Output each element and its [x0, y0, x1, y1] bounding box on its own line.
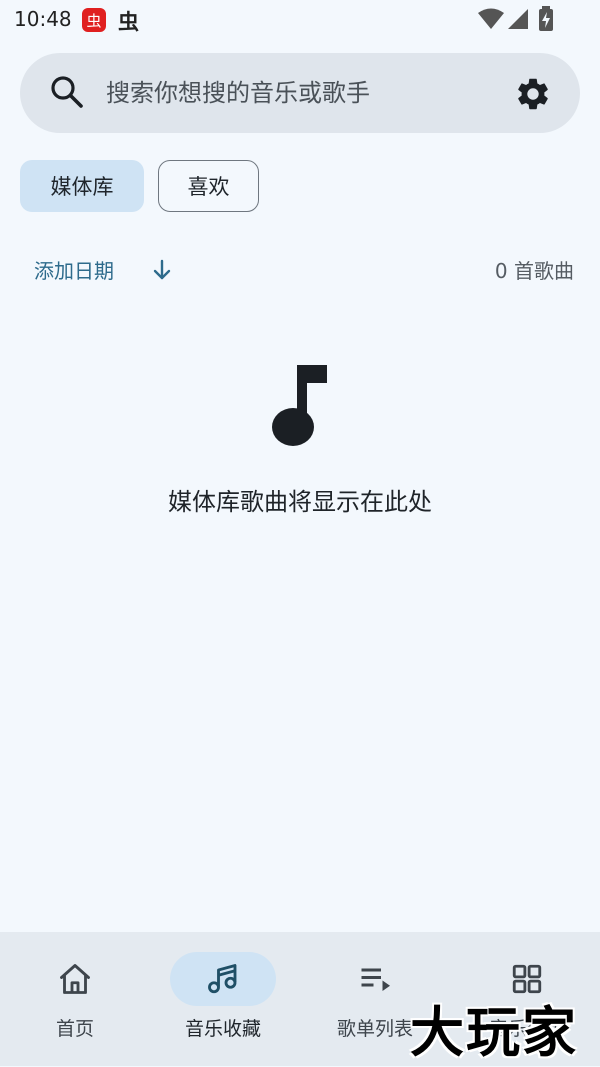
search-input[interactable]	[106, 71, 486, 115]
wifi-icon	[478, 8, 504, 29]
music-note-icon	[272, 365, 327, 446]
search-bar[interactable]	[20, 53, 580, 133]
home-icon	[60, 964, 90, 994]
app-notification-icon: 虫	[82, 8, 106, 32]
status-bar: 10:48 虫 虫	[0, 0, 600, 40]
chip-library[interactable]: 媒体库	[20, 160, 144, 212]
nav-label-music-collection: 音乐收藏	[184, 1018, 261, 1040]
battery-icon	[539, 6, 553, 31]
sort-row: 添加日期 0 首歌曲	[34, 255, 574, 285]
watermark: 大玩家	[410, 1001, 578, 1064]
gear-icon[interactable]	[514, 75, 552, 113]
nav-label-home: 首页	[55, 1018, 94, 1040]
nav-item-music-collection[interactable]: 音乐收藏	[148, 932, 298, 1066]
playlist-icon	[361, 968, 390, 991]
song-count: 0 首歌曲	[494, 259, 574, 283]
arrow-down-icon[interactable]	[151, 259, 173, 281]
nav-item-home[interactable]: 首页	[0, 932, 150, 1066]
empty-state-message: 媒体库歌曲将显示在此处	[168, 488, 432, 516]
status-time: 10:48	[14, 7, 72, 31]
music-note-icon	[208, 964, 237, 994]
search-icon[interactable]	[50, 75, 84, 109]
app-notification-icon-2: 虫	[118, 10, 139, 34]
signal-icon	[508, 9, 528, 29]
chip-favorites[interactable]: 喜欢	[158, 160, 259, 212]
sort-by-date-button[interactable]: 添加日期	[34, 255, 114, 284]
